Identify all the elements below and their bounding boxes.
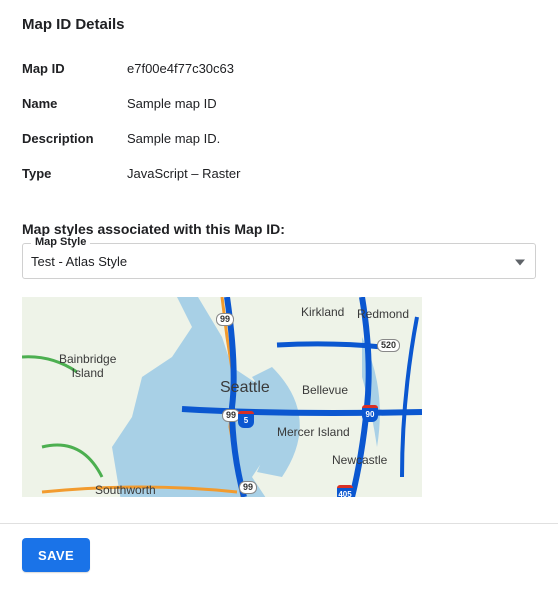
map-label-southworth: Southworth xyxy=(95,483,156,497)
map-label-mercer-island: Mercer Island xyxy=(277,425,350,439)
map-preview[interactable]: Seattle Bellevue Kirkland Redmond Mercer… xyxy=(22,297,422,497)
map-label-bainbridge-island: BainbridgeIsland xyxy=(59,352,116,380)
details-table: Map ID e7f00e4f77c30c63 Name Sample map … xyxy=(22,51,536,191)
detail-value-type: JavaScript – Raster xyxy=(127,156,536,191)
detail-row-map-id: Map ID e7f00e4f77c30c63 xyxy=(22,51,536,86)
shield-99-c: 99 xyxy=(239,481,257,494)
section-title: Map ID Details xyxy=(22,16,536,33)
detail-value-description: Sample map ID. xyxy=(127,121,536,156)
footer-bar: SAVE xyxy=(0,523,558,590)
associated-styles-title: Map styles associated with this Map ID: xyxy=(22,221,536,237)
map-style-select[interactable]: Map Style Test - Atlas Style xyxy=(22,243,536,279)
save-button[interactable]: SAVE xyxy=(22,538,90,572)
map-style-select-legend: Map Style xyxy=(31,236,90,248)
detail-row-description: Description Sample map ID. xyxy=(22,121,536,156)
detail-row-type: Type JavaScript – Raster xyxy=(22,156,536,191)
detail-label-description: Description xyxy=(22,121,127,156)
map-svg xyxy=(22,297,422,497)
detail-label-map-id: Map ID xyxy=(22,51,127,86)
map-style-select-value: Test - Atlas Style xyxy=(31,254,127,269)
map-label-newcastle: Newcastle xyxy=(332,453,387,467)
shield-i5: 5 xyxy=(238,411,254,428)
detail-label-name: Name xyxy=(22,86,127,121)
detail-value-name: Sample map ID xyxy=(127,86,536,121)
map-label-seattle: Seattle xyxy=(220,379,270,397)
shield-99-a: 99 xyxy=(216,313,234,326)
map-label-redmond: Redmond xyxy=(357,307,409,321)
caret-down-icon xyxy=(515,254,525,269)
shield-i90: 90 xyxy=(362,405,378,422)
map-label-bellevue: Bellevue xyxy=(302,383,348,397)
map-label-kirkland: Kirkland xyxy=(301,305,344,319)
detail-label-type: Type xyxy=(22,156,127,191)
detail-value-map-id: e7f00e4f77c30c63 xyxy=(127,51,536,86)
shield-520: 520 xyxy=(377,339,400,352)
detail-row-name: Name Sample map ID xyxy=(22,86,536,121)
shield-i405: 405 xyxy=(337,485,353,497)
